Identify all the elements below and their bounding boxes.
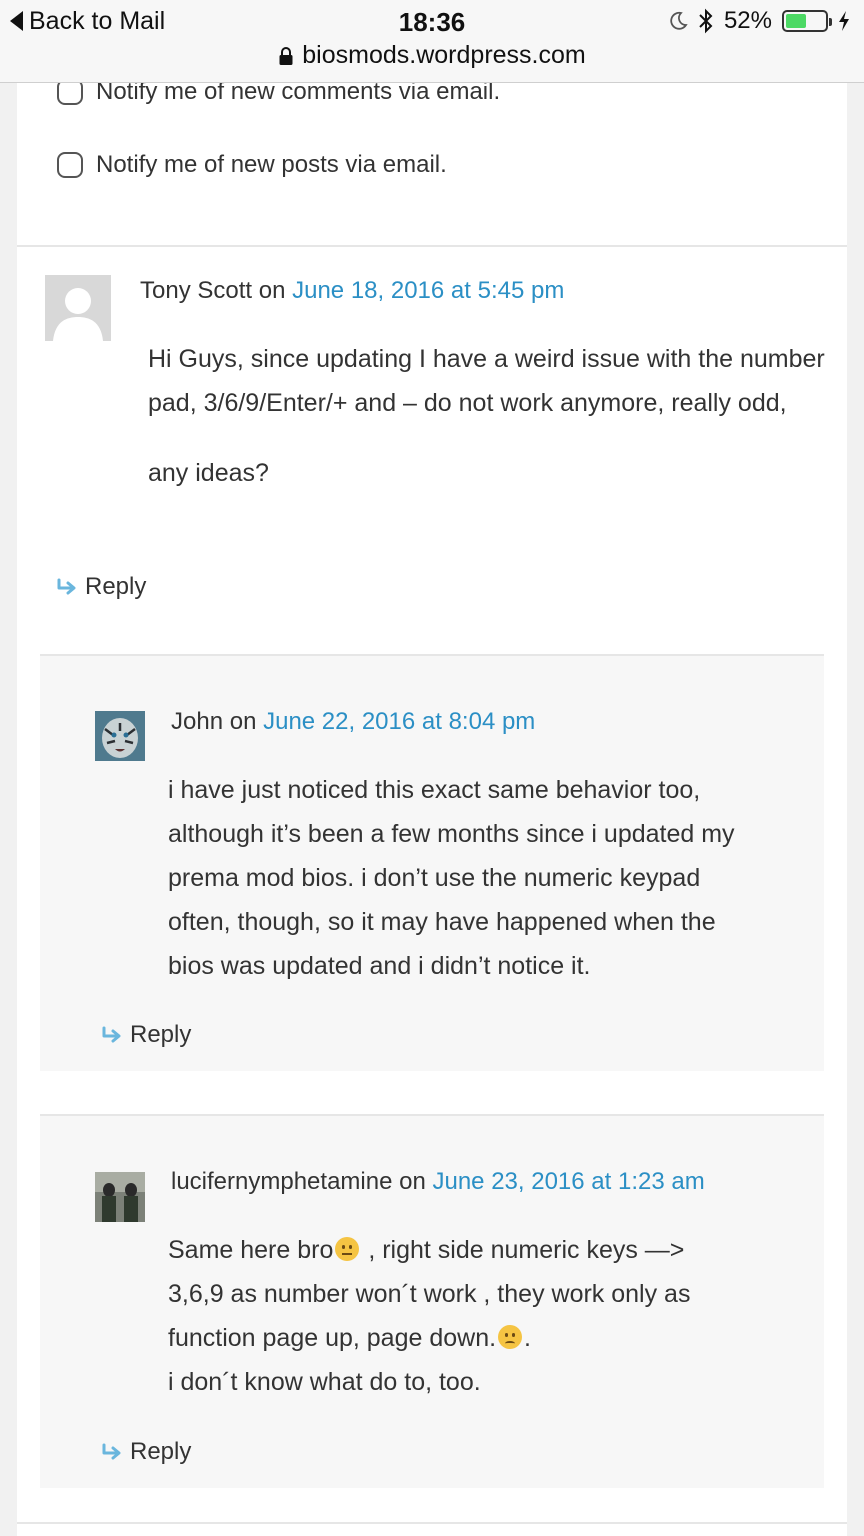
notify-posts-checkbox[interactable] xyxy=(57,152,83,178)
photo-avatar-icon xyxy=(95,1172,145,1222)
notify-posts-label: Notify me of new posts via email. xyxy=(96,151,447,178)
charging-bolt-icon xyxy=(839,11,849,31)
browser-status-bar: Back to Mail 18:36 52% biosmods.wordpres… xyxy=(0,0,864,83)
comment-lucifernymphetamine: lucifernymphetamine on June 23, 2016 at … xyxy=(40,1116,824,1488)
bluetooth-icon xyxy=(699,8,713,34)
avatar xyxy=(45,275,111,341)
url-text: biosmods.wordpress.com xyxy=(302,41,586,69)
comment-on: on xyxy=(229,708,257,735)
comment-line: 3,6,9 as number won´t work , they work o… xyxy=(168,1280,691,1308)
comment-paragraph: Hi Guys, since updating I have a weird i… xyxy=(148,345,825,417)
comment-date-link[interactable]: June 23, 2016 at 1:23 am xyxy=(432,1168,704,1195)
avatar xyxy=(95,1172,145,1222)
reply-label: Reply xyxy=(130,1021,192,1048)
comment-text: function page up, page down. xyxy=(168,1324,497,1352)
battery-percent: 52% xyxy=(723,7,772,34)
comment-line: Same here bro , right side numeric keys … xyxy=(168,1228,788,1272)
tiger-avatar-icon xyxy=(95,711,145,761)
comment-line: i don´t know what do to, too. xyxy=(168,1368,481,1396)
comment-body: Hi Guys, since updating I have a weird i… xyxy=(148,337,838,521)
comment-body: i have just noticed this exact same beha… xyxy=(168,768,768,1014)
reply-arrow-icon xyxy=(102,1026,121,1043)
comment-author: John xyxy=(171,708,224,735)
reply-button[interactable]: Reply xyxy=(102,1021,191,1049)
reply-label: Reply xyxy=(85,573,147,600)
avatar xyxy=(95,711,145,761)
comment-meta: John on June 22, 2016 at 8:04 pm xyxy=(171,708,535,736)
comment-date-link[interactable]: June 22, 2016 at 8:04 pm xyxy=(263,708,535,735)
notify-posts-option[interactable]: Notify me of new posts via email. xyxy=(57,151,447,179)
lock-icon xyxy=(279,46,293,65)
comment-text: . xyxy=(524,1324,531,1352)
battery-icon xyxy=(782,10,832,32)
comment-text: Same here bro xyxy=(168,1236,334,1264)
comment-paragraph: i have just noticed this exact same beha… xyxy=(168,776,735,980)
comment-date-link[interactable]: June 18, 2016 at 5:45 pm xyxy=(292,277,564,304)
comment-line: function page up, page down.. xyxy=(168,1316,788,1360)
comment-on: on xyxy=(258,277,286,304)
status-indicators: 52% xyxy=(668,6,850,36)
page-content: Notify me of new comments via email. Not… xyxy=(17,0,847,1536)
comment-text: , right side numeric keys —> xyxy=(361,1236,685,1264)
frowning-face-icon xyxy=(498,1325,523,1349)
reply-button[interactable]: Reply xyxy=(57,573,146,601)
comment-tony-scott: Tony Scott on June 18, 2016 at 5:45 pm H… xyxy=(17,247,847,655)
comment-paragraph: any ideas? xyxy=(148,459,269,487)
back-chevron-icon xyxy=(10,11,23,31)
default-avatar-icon xyxy=(45,275,111,341)
comment-body: Same here bro , right side numeric keys … xyxy=(168,1228,788,1404)
comment-author: Tony Scott xyxy=(140,277,253,304)
comment-author: lucifernymphetamine xyxy=(171,1168,393,1195)
back-to-mail-button[interactable]: Back to Mail xyxy=(10,6,165,36)
comment-meta: lucifernymphetamine on June 23, 2016 at … xyxy=(171,1168,705,1196)
divider xyxy=(17,1522,847,1524)
reply-button[interactable]: Reply xyxy=(102,1438,191,1466)
battery-level-fill xyxy=(786,14,806,28)
comment-meta: Tony Scott on June 18, 2016 at 5:45 pm xyxy=(140,277,564,305)
reply-arrow-icon xyxy=(57,578,76,595)
address-bar[interactable]: biosmods.wordpress.com xyxy=(0,41,864,70)
reply-arrow-icon xyxy=(102,1443,121,1460)
confused-face-icon xyxy=(335,1237,360,1261)
do-not-disturb-moon-icon xyxy=(670,11,688,30)
comment-john: John on June 22, 2016 at 8:04 pm i have … xyxy=(40,656,824,1071)
comment-on: on xyxy=(399,1168,426,1195)
back-label: Back to Mail xyxy=(29,6,166,35)
reply-label: Reply xyxy=(130,1438,192,1465)
